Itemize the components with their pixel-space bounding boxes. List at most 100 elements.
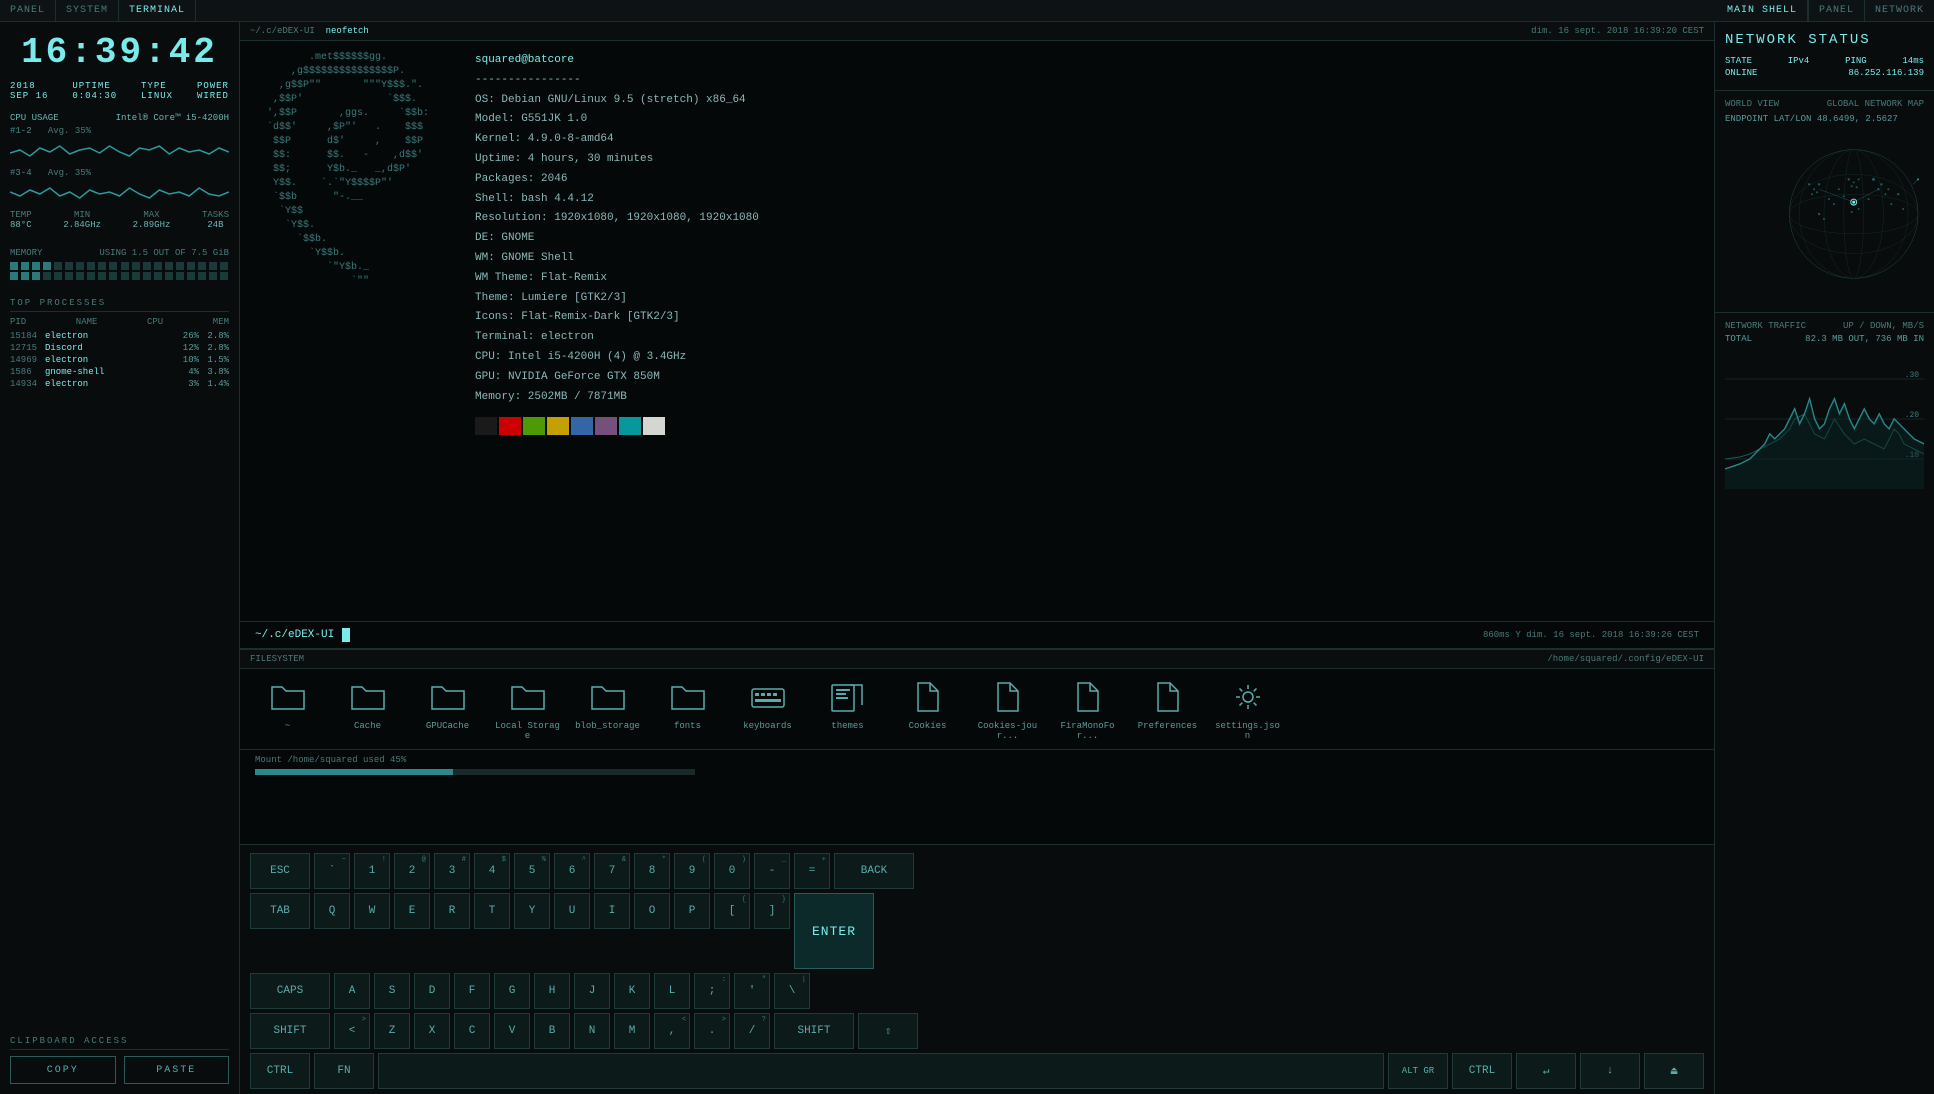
key-p[interactable]: P	[674, 893, 710, 929]
fs-item-fonts[interactable]: fonts	[655, 677, 720, 741]
key-fn[interactable]: FN	[314, 1053, 374, 1089]
key-backslash[interactable]: |\	[774, 973, 810, 1009]
key-c[interactable]: C	[454, 1013, 490, 1049]
key-y[interactable]: Y	[514, 893, 550, 929]
key-equals[interactable]: +=	[794, 853, 830, 889]
color-swatch	[523, 417, 545, 435]
memory-dot	[176, 272, 184, 280]
memory-usage: USING 1.5 OUT OF 7.5 GiB	[99, 248, 229, 258]
key-tab[interactable]: TAB	[250, 893, 310, 929]
key-lessgreater[interactable]: ><	[334, 1013, 370, 1049]
fs-item-home[interactable]: ~	[255, 677, 320, 741]
key-j[interactable]: J	[574, 973, 610, 1009]
fs-item-localstorage[interactable]: Local Storage	[495, 677, 560, 741]
fs-item-cookies-jour[interactable]: Cookies-jour...	[975, 677, 1040, 741]
key-u[interactable]: U	[554, 893, 590, 929]
key-9[interactable]: (9	[674, 853, 710, 889]
topbar-terminal[interactable]: TERMINAL	[119, 0, 196, 21]
memory-dot	[10, 272, 18, 280]
memory-dot	[154, 262, 162, 270]
key-lshift[interactable]: SHIFT	[250, 1013, 330, 1049]
key-rctrl[interactable]: CTRL	[1452, 1053, 1512, 1089]
key-d[interactable]: D	[414, 973, 450, 1009]
key-slash[interactable]: ?/	[734, 1013, 770, 1049]
fs-item-fira[interactable]: FiraMonoFor...	[1055, 677, 1120, 741]
key-tilde[interactable]: ~`	[314, 853, 350, 889]
key-shift-up[interactable]: ⇧	[858, 1013, 918, 1049]
key-b[interactable]: B	[534, 1013, 570, 1049]
key-8[interactable]: *8	[634, 853, 670, 889]
fs-item-keyboards[interactable]: keyboards	[735, 677, 800, 741]
memory-dot	[198, 262, 206, 270]
key-enter[interactable]: ENTER	[794, 893, 874, 969]
folder-icon	[668, 677, 708, 717]
key-lctrl[interactable]: CTRL	[250, 1053, 310, 1089]
key-eject[interactable]: ⏏	[1644, 1053, 1704, 1089]
key-2[interactable]: @2	[394, 853, 430, 889]
key-q[interactable]: Q	[314, 893, 350, 929]
fs-item-cache[interactable]: Cache	[335, 677, 400, 741]
key-space[interactable]	[378, 1053, 1384, 1089]
memory-dot	[109, 262, 117, 270]
fs-item-preferences[interactable]: Preferences	[1135, 677, 1200, 741]
kb-row-3: CAPS A S D F G H J K L :; "' |\	[250, 973, 1704, 1009]
fs-item-themes[interactable]: themes	[815, 677, 880, 741]
key-m[interactable]: M	[614, 1013, 650, 1049]
key-h[interactable]: H	[534, 973, 570, 1009]
fs-item-blobstorage[interactable]: blob_storage	[575, 677, 640, 741]
key-r[interactable]: R	[434, 893, 470, 929]
key-down[interactable]: ↓	[1580, 1053, 1640, 1089]
key-lbracket[interactable]: {[	[714, 893, 750, 929]
key-f[interactable]: F	[454, 973, 490, 1009]
key-s[interactable]: S	[374, 973, 410, 1009]
key-k[interactable]: K	[614, 973, 650, 1009]
filesystem-section: FILESYSTEM /home/squared/.config/eDEX-UI…	[240, 649, 1714, 844]
key-t[interactable]: T	[474, 893, 510, 929]
key-minus[interactable]: _-	[754, 853, 790, 889]
key-l[interactable]: L	[654, 973, 690, 1009]
power-val: POWERWIRED	[197, 81, 229, 101]
key-o[interactable]: O	[634, 893, 670, 929]
key-x[interactable]: X	[414, 1013, 450, 1049]
key-z[interactable]: Z	[374, 1013, 410, 1049]
copy-button[interactable]: COPY	[10, 1056, 116, 1084]
neofetch-art: .met$$$$$$gg. ,g$$$$$$$$$$$$$$$P. ,g$$P"…	[255, 51, 455, 435]
key-period[interactable]: >.	[694, 1013, 730, 1049]
fs-item-settings[interactable]: settings.json	[1215, 677, 1280, 741]
clipboard-section: CLIPBOARD ACCESS COPY PASTE	[10, 1036, 229, 1084]
fs-mount-bar: Mount /home/squared used 45%	[240, 749, 1714, 780]
key-esc[interactable]: ESC	[250, 853, 310, 889]
key-4[interactable]: $4	[474, 853, 510, 889]
key-caps[interactable]: CAPS	[250, 973, 330, 1009]
process-row: 14969electron10%1.5%	[10, 354, 229, 366]
key-7[interactable]: &7	[594, 853, 630, 889]
paste-button[interactable]: PASTE	[124, 1056, 230, 1084]
key-5[interactable]: %5	[514, 853, 550, 889]
memory-label-row: MEMORY USING 1.5 OUT OF 7.5 GiB	[10, 248, 229, 258]
key-semicolon[interactable]: :;	[694, 973, 730, 1009]
prompt-right: 860ms Y dim. 16 sept. 2018 16:39:26 CEST	[1483, 630, 1699, 640]
key-quote[interactable]: "'	[734, 973, 770, 1009]
key-6[interactable]: ^6	[554, 853, 590, 889]
key-backspace[interactable]: BACK	[834, 853, 914, 889]
terminal-content[interactable]: .met$$$$$$gg. ,g$$$$$$$$$$$$$$$P. ,g$$P"…	[240, 41, 1714, 621]
key-rbracket[interactable]: }]	[754, 893, 790, 929]
key-rshift[interactable]: SHIFT	[774, 1013, 854, 1049]
key-a[interactable]: A	[334, 973, 370, 1009]
key-altgr[interactable]: ALT GR	[1388, 1053, 1448, 1089]
key-enter2[interactable]: ↵	[1516, 1053, 1576, 1089]
fs-item-gpucache[interactable]: GPUCache	[415, 677, 480, 741]
key-1[interactable]: !1	[354, 853, 390, 889]
key-v[interactable]: V	[494, 1013, 530, 1049]
key-n[interactable]: N	[574, 1013, 610, 1049]
state-row: STATE IPv4 PING 14ms	[1725, 56, 1924, 66]
key-e[interactable]: E	[394, 893, 430, 929]
key-3[interactable]: #3	[434, 853, 470, 889]
key-i[interactable]: I	[594, 893, 630, 929]
key-g[interactable]: G	[494, 973, 530, 1009]
fs-item-cookies[interactable]: Cookies	[895, 677, 960, 741]
key-comma[interactable]: <,	[654, 1013, 690, 1049]
key-0[interactable]: )0	[714, 853, 750, 889]
key-w[interactable]: W	[354, 893, 390, 929]
cpu-label: CPU USAGE	[10, 113, 59, 123]
